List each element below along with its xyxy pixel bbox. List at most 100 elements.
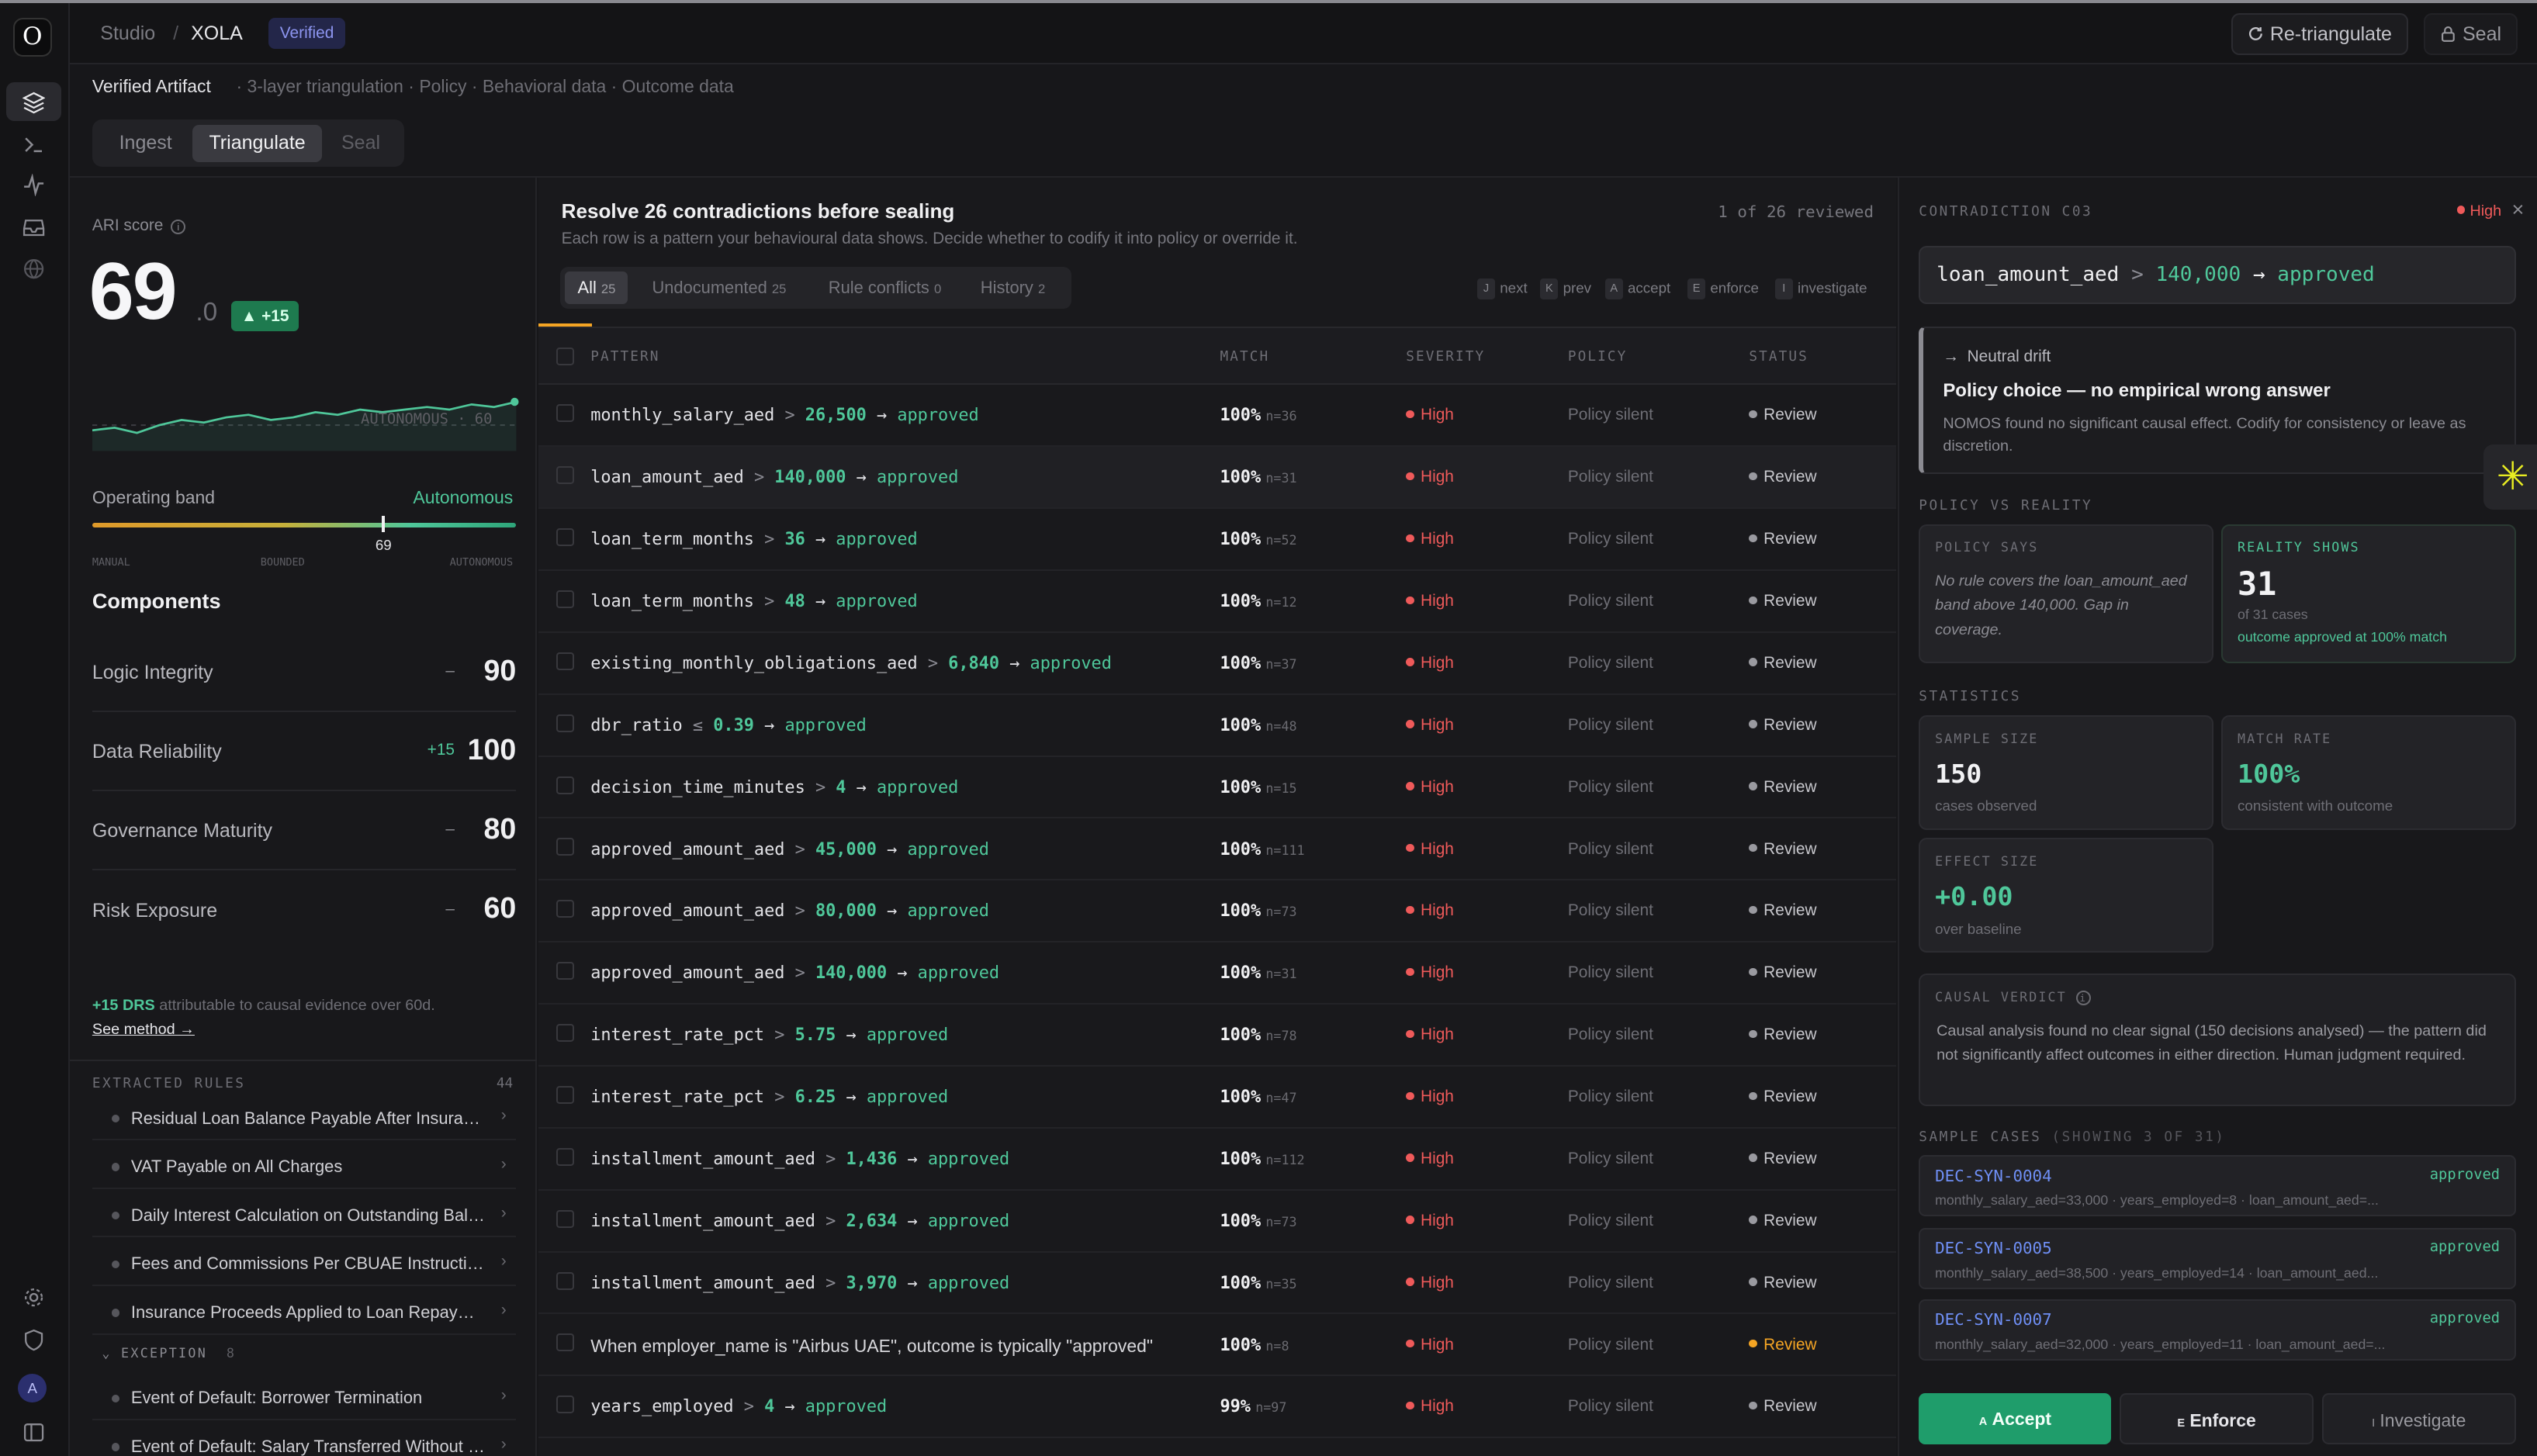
- sample-case[interactable]: DEC-SYN-0005 approved monthly_salary_aed…: [1919, 1227, 2516, 1290]
- sample-case[interactable]: DEC-SYN-0007 approved monthly_salary_aed…: [1919, 1299, 2516, 1361]
- status-badge[interactable]: Review: [1749, 468, 1816, 486]
- filter-tab-undocumented[interactable]: Undocumented 25: [652, 271, 786, 304]
- table-row[interactable]: loan_term_months > 48 → approved 100% n=12…: [538, 571, 1897, 633]
- table-row[interactable]: loan_amount_aed > 140,000 → approved 100%…: [538, 447, 1897, 510]
- row-checkbox[interactable]: [556, 962, 575, 980]
- status-badge[interactable]: Review: [1749, 530, 1816, 548]
- close-icon[interactable]: ×: [2512, 197, 2525, 222]
- globe-icon[interactable]: [16, 252, 52, 285]
- col-policy[interactable]: POLICY: [1568, 349, 1628, 365]
- breadcrumb-studio[interactable]: Studio: [100, 22, 155, 45]
- row-checkbox[interactable]: [556, 838, 575, 856]
- table-row[interactable]: interest_rate_pct > 5.75 → approved 100% n…: [538, 1005, 1897, 1067]
- row-checkbox[interactable]: [556, 590, 575, 608]
- row-checkbox[interactable]: [556, 1085, 575, 1104]
- table-row[interactable]: monthly_salary_aed > 26,500 → approved 10…: [538, 385, 1897, 448]
- status-badge[interactable]: Review: [1749, 1025, 1816, 1044]
- row-checkbox[interactable]: [556, 652, 575, 670]
- exception-group-header[interactable]: ⌄ EXCEPTION 8: [102, 1346, 236, 1361]
- table-row[interactable]: approved_amount_aed > 45,000 → approved 1…: [538, 818, 1897, 881]
- seal-button[interactable]: Seal: [2424, 12, 2518, 55]
- table-row[interactable]: interest_rate_pct > 6.25 → approved 100% n…: [538, 1067, 1897, 1129]
- select-all-checkbox[interactable]: [556, 348, 575, 366]
- col-match[interactable]: MATCH: [1220, 349, 1269, 365]
- layers-icon[interactable]: [6, 82, 62, 122]
- row-checkbox[interactable]: [556, 1271, 575, 1290]
- table-row[interactable]: When employer_name is "Airbus UAE", outc…: [538, 1314, 1897, 1377]
- status-badge[interactable]: Review: [1749, 716, 1816, 735]
- table-row[interactable]: approved_amount_aed > 80,000 → approved 1…: [538, 880, 1897, 943]
- component-row[interactable]: Logic Integrity – 90: [92, 635, 517, 712]
- status-badge[interactable]: Review: [1749, 1397, 1816, 1416]
- component-row[interactable]: Governance Maturity – 80: [92, 793, 517, 870]
- status-badge[interactable]: Review: [1749, 406, 1816, 424]
- component-row[interactable]: Risk Exposure – 60: [92, 872, 516, 949]
- terminal-icon[interactable]: [16, 128, 52, 161]
- row-checkbox[interactable]: [556, 528, 575, 547]
- status-badge[interactable]: Review: [1749, 592, 1816, 610]
- investigate-button[interactable]: I Investigate: [2321, 1392, 2516, 1445]
- rule-item[interactable]: Daily Interest Calculation on Outstandin…: [92, 1195, 517, 1238]
- status-badge[interactable]: Review: [1749, 654, 1816, 673]
- row-checkbox[interactable]: [556, 714, 575, 732]
- row-checkbox[interactable]: [556, 466, 575, 485]
- row-checkbox[interactable]: [556, 1333, 575, 1352]
- status-badge[interactable]: Review: [1749, 1212, 1816, 1230]
- app-logo[interactable]: O: [12, 17, 52, 57]
- sidebar-toggle-icon[interactable]: [16, 1416, 52, 1448]
- table-row[interactable]: installment_amount_aed > 2,634 → approve…: [538, 1191, 1897, 1253]
- accept-button[interactable]: A Accept: [1919, 1392, 2112, 1445]
- row-checkbox[interactable]: [556, 404, 575, 423]
- rule-item[interactable]: Residual Loan Balance Payable After Insu…: [92, 1098, 517, 1141]
- gear-icon[interactable]: [16, 1281, 52, 1314]
- assistant-sparkle-icon[interactable]: ✳: [2483, 444, 2537, 510]
- row-checkbox[interactable]: [556, 776, 575, 794]
- inbox-icon[interactable]: [16, 210, 52, 243]
- table-row[interactable]: approved_amount_aed > 140,000 → approved…: [538, 942, 1897, 1005]
- enforce-button[interactable]: E Enforce: [2119, 1392, 2314, 1445]
- rule-item[interactable]: Event of Default: Borrower Termination ›: [92, 1378, 517, 1421]
- status-badge[interactable]: Review: [1749, 1336, 1816, 1354]
- info-icon[interactable]: i: [171, 220, 186, 235]
- row-checkbox[interactable]: [556, 1395, 575, 1414]
- avatar[interactable]: A: [17, 1373, 47, 1403]
- status-badge[interactable]: Review: [1749, 1088, 1816, 1106]
- rule-item[interactable]: Insurance Proceeds Applied to Loan Repay…: [92, 1292, 517, 1335]
- tab-triangulate[interactable]: Triangulate: [192, 124, 322, 162]
- col-pattern[interactable]: PATTERN: [590, 349, 659, 365]
- component-row[interactable]: Data Reliability +15 100: [92, 714, 517, 791]
- col-severity[interactable]: SEVERITY: [1406, 349, 1485, 365]
- table-row[interactable]: years_employed > 4 → approved 99% n=97 High…: [538, 1376, 1897, 1439]
- rule-item[interactable]: Fees and Commissions Per CBUAE Instructi…: [92, 1244, 517, 1286]
- status-badge[interactable]: Review: [1749, 1150, 1816, 1168]
- filter-tab-rule-conflicts[interactable]: Rule conflicts 0: [829, 271, 941, 304]
- rule-item[interactable]: Event of Default: Salary Transferred Wit…: [92, 1427, 516, 1456]
- table-row[interactable]: dbr_ratio ≤ 0.39 → approved 100% n=48 High P…: [538, 695, 1897, 757]
- row-checkbox[interactable]: [556, 1147, 575, 1166]
- activity-icon[interactable]: [16, 168, 52, 201]
- filter-tab-history[interactable]: History 2: [981, 271, 1045, 304]
- rule-item[interactable]: VAT Payable on All Charges ›: [92, 1147, 517, 1189]
- row-checkbox[interactable]: [556, 1024, 575, 1043]
- status-badge[interactable]: Review: [1749, 901, 1816, 920]
- status-badge[interactable]: Review: [1749, 778, 1816, 797]
- row-checkbox[interactable]: [556, 900, 575, 918]
- retriangulate-button[interactable]: Re-triangulate: [2231, 12, 2408, 55]
- breadcrumb-project[interactable]: XOLA: [191, 22, 243, 45]
- tab-seal[interactable]: Seal: [322, 125, 400, 162]
- see-method-link[interactable]: See method →: [92, 1021, 195, 1039]
- row-checkbox[interactable]: [556, 1209, 575, 1228]
- table-row[interactable]: installment_amount_aed > 3,970 → approve…: [538, 1253, 1897, 1315]
- table-row[interactable]: decision_time_minutes > 4 → approved 100%…: [538, 757, 1897, 819]
- info-icon[interactable]: i: [2075, 991, 2091, 1005]
- table-row[interactable]: installment_amount_aed > 1,436 → approve…: [538, 1129, 1897, 1191]
- status-badge[interactable]: Review: [1749, 840, 1816, 859]
- status-badge[interactable]: Review: [1749, 963, 1816, 982]
- shield-icon[interactable]: [16, 1323, 52, 1356]
- filter-tab-all[interactable]: All 25: [564, 271, 628, 305]
- tab-ingest[interactable]: Ingest: [99, 125, 192, 162]
- table-row[interactable]: loan_term_months > 36 → approved 100% n=52…: [538, 509, 1897, 571]
- table-row[interactable]: existing_monthly_obligations_aed > 6,840…: [538, 633, 1897, 695]
- col-status[interactable]: STATUS: [1749, 349, 1808, 365]
- status-badge[interactable]: Review: [1749, 1274, 1816, 1292]
